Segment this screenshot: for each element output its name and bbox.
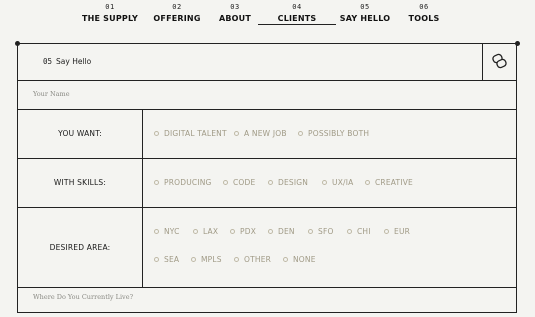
radio-icon [234, 131, 239, 136]
option-label: SFO [318, 227, 334, 236]
radio-icon [154, 229, 159, 234]
option-label: CREATIVE [375, 178, 413, 187]
want-label: YOU WANT: [18, 109, 143, 158]
option-label: POSSIBLY BOTH [308, 129, 370, 138]
nav-label: OFFERING [153, 14, 201, 23]
option-pdx[interactable]: PDX [230, 227, 256, 236]
radio-icon [308, 229, 313, 234]
radio-icon [230, 229, 235, 234]
option-label: NONE [293, 255, 316, 264]
location-field[interactable]: Where Do You Currently Live? [18, 287, 516, 317]
form-title: 05 Say Hello [43, 57, 91, 66]
radio-icon [298, 131, 303, 136]
option-ux-ia[interactable]: UX/IA [322, 178, 354, 187]
option-mpls[interactable]: MPLS [191, 255, 222, 264]
name-field[interactable]: Your Name [18, 80, 516, 110]
radio-icon [223, 180, 228, 185]
option-a-new-job[interactable]: A NEW JOB [234, 129, 287, 138]
radio-icon [322, 180, 327, 185]
form-section-number: 05 [43, 57, 53, 66]
radio-icon [347, 229, 352, 234]
radio-icon [193, 229, 198, 234]
chat-button[interactable] [482, 44, 516, 80]
nav-label: ABOUT [218, 14, 252, 23]
nav-label: THE SUPPLY [81, 14, 139, 23]
option-design[interactable]: DESIGN [268, 178, 308, 187]
option-possibly-both[interactable]: POSSIBLY BOTH [298, 129, 369, 138]
option-nyc[interactable]: NYC [154, 227, 180, 236]
nav-number: 05 [360, 3, 370, 11]
form-title-text: Say Hello [56, 57, 92, 66]
option-label: EUR [394, 227, 411, 236]
radio-icon [191, 257, 196, 262]
name-placeholder: Your Name [33, 90, 70, 98]
option-label: NYC [164, 227, 180, 236]
nav-item-about[interactable]: 03 ABOUT [219, 3, 251, 24]
option-producing[interactable]: PRODUCING [154, 178, 212, 187]
radio-icon [283, 257, 288, 262]
option-none[interactable]: NONE [283, 255, 316, 264]
nav-number: 03 [230, 3, 240, 11]
nav-label: TOOLS [408, 14, 440, 23]
nav-item-clients[interactable]: 04 CLIENTS [278, 3, 317, 24]
option-label: A NEW JOB [244, 129, 287, 138]
nav-number: 04 [292, 3, 302, 11]
want-row: YOU WANT: DIGITAL TALENT A NEW JOB POSSI… [18, 109, 516, 159]
option-label: DESIGN [278, 178, 309, 187]
option-code[interactable]: CODE [223, 178, 255, 187]
nav-item-say-hello[interactable]: 05 SAY HELLO [340, 3, 390, 24]
nav-number: 01 [105, 3, 115, 11]
nav-label: CLIENTS [277, 14, 317, 23]
nav-number: 02 [172, 3, 182, 11]
nav-number: 06 [419, 3, 429, 11]
option-label: LAX [203, 227, 219, 236]
option-label: OTHER [244, 255, 272, 264]
radio-icon [268, 229, 273, 234]
skills-row: WITH SKILLS: PRODUCING CODE DESIGN UX/IA… [18, 158, 516, 208]
option-label: DEN [278, 227, 295, 236]
option-label: PDX [240, 227, 257, 236]
area-row: DESIRED AREA: NYC LAX PDX DEN SFO CHI EU… [18, 207, 516, 288]
option-label: CHI [357, 227, 371, 236]
option-digital-talent[interactable]: DIGITAL TALENT [154, 129, 227, 138]
radio-icon [154, 257, 159, 262]
radio-icon [384, 229, 389, 234]
option-other[interactable]: OTHER [234, 255, 271, 264]
skills-label: WITH SKILLS: [18, 158, 143, 207]
radio-icon [234, 257, 239, 262]
radio-icon [154, 180, 159, 185]
nav-label: SAY HELLO [339, 14, 391, 23]
option-label: UX/IA [332, 178, 354, 187]
option-label: PRODUCING [164, 178, 212, 187]
option-creative[interactable]: CREATIVE [365, 178, 413, 187]
area-label: DESIRED AREA: [18, 207, 143, 287]
option-label: SEA [164, 255, 180, 264]
option-den[interactable]: DEN [268, 227, 295, 236]
radio-icon [154, 131, 159, 136]
nav-item-tools[interactable]: 06 TOOLS [409, 3, 440, 24]
radio-icon [268, 180, 273, 185]
option-sea[interactable]: SEA [154, 255, 179, 264]
option-eur[interactable]: EUR [384, 227, 410, 236]
active-nav-underline [258, 24, 336, 25]
radio-icon [365, 180, 370, 185]
nav-item-the-supply[interactable]: 01 THE SUPPLY [82, 3, 138, 24]
option-label: CODE [233, 178, 256, 187]
main-nav: 01 THE SUPPLY 02 OFFERING 03 ABOUT 04 CL… [0, 0, 535, 27]
contact-form: 05 Say Hello Your Name YOU WANT: DIGITAL … [17, 43, 517, 313]
chat-bubbles-icon [492, 53, 507, 69]
form-header: 05 Say Hello [18, 44, 516, 81]
option-label: DIGITAL TALENT [164, 129, 227, 138]
option-label: MPLS [201, 255, 222, 264]
option-sfo[interactable]: SFO [308, 227, 334, 236]
nav-item-offering[interactable]: 02 OFFERING [153, 3, 200, 24]
option-lax[interactable]: LAX [193, 227, 218, 236]
option-chi[interactable]: CHI [347, 227, 371, 236]
